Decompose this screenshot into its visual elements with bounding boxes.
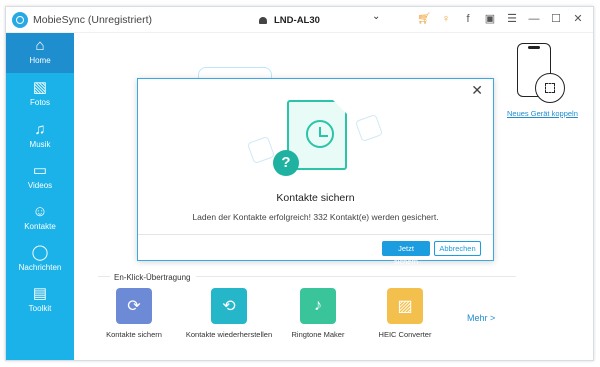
sidebar-item-label: Home: [29, 56, 51, 65]
device-name: LND-AL30: [274, 14, 320, 26]
dialog-message: Laden der Kontakte erfolgreich! 332 Kont…: [192, 212, 439, 222]
video-icon: ▭: [32, 162, 48, 179]
contact-card-icon: [354, 113, 384, 143]
divider: [98, 276, 110, 277]
photo-icon: ▧: [32, 79, 48, 96]
tool-ringtone-maker[interactable]: ♪ Ringtone Maker: [273, 288, 363, 339]
sidebar-item-kontakte[interactable]: ☺ Kontakte: [6, 199, 74, 239]
sidebar-item-nachrichten[interactable]: ◯ Nachrichten: [6, 240, 74, 280]
sidebar-item-videos[interactable]: ▭ Videos: [6, 158, 74, 198]
home-icon: ⌂: [35, 37, 45, 54]
divider: [138, 234, 493, 235]
sidebar-item-fotos[interactable]: ▧ Fotos: [6, 75, 74, 115]
sidebar-item-home[interactable]: ⌂ Home: [6, 33, 74, 73]
question-icon: ?: [273, 150, 299, 176]
more-link[interactable]: Mehr >: [467, 313, 495, 323]
tool-heic-converter[interactable]: ▨ HEIC Converter: [360, 288, 450, 339]
menu-icon[interactable]: ☰: [505, 12, 519, 27]
tool-label: Kontakte wiederherstellen: [185, 330, 273, 339]
maximize-icon[interactable]: ☐: [549, 12, 563, 27]
sidebar-item-label: Fotos: [29, 98, 50, 107]
music-icon: ♫: [34, 121, 46, 138]
contacts-icon: ☺: [32, 203, 48, 220]
tool-restore-contacts[interactable]: ⟲ Kontakte wiederherstellen: [184, 288, 274, 339]
app-title: MobieSync (Unregistriert): [33, 14, 153, 26]
quick-transfer-title: En-Klick-Übertragung: [114, 273, 191, 282]
backup-now-button[interactable]: Jetzt sichern: [382, 241, 430, 266]
backup-contacts-icon: ⟳: [116, 288, 152, 324]
title-bar: MobieSync (Unregistriert) LND-AL30 ⌄ 🛒︎ …: [6, 7, 593, 33]
key-icon[interactable]: ♀︎: [439, 12, 453, 27]
restore-contacts-icon: ⟲: [211, 288, 247, 324]
sidebar: ⌂ Home ▧ Fotos ♫ Musik ▭ Videos ☺ Kontak…: [6, 33, 74, 360]
cancel-button[interactable]: Abbrechen: [434, 241, 481, 256]
connect-new-device-link[interactable]: Neues Gerät koppeln: [507, 109, 578, 118]
sidebar-item-label: Musik: [29, 140, 51, 149]
chevron-down-icon[interactable]: ⌄: [372, 11, 380, 22]
messages-icon: ◯: [31, 244, 49, 261]
android-icon: [258, 15, 268, 25]
tool-label: HEIC Converter: [378, 330, 432, 339]
titlebar-actions: 🛒︎ ♀︎ f ▣ ☰ — ☐ ✕: [417, 12, 585, 27]
tool-label: Kontakte sichern: [106, 330, 162, 339]
facebook-icon[interactable]: f: [461, 12, 475, 27]
toolkit-icon: ▤: [32, 285, 48, 302]
minimize-icon[interactable]: —: [527, 12, 541, 27]
ringtone-icon: ♪: [300, 288, 336, 324]
tool-label: Ringtone Maker: [291, 330, 345, 339]
clock-icon: [306, 120, 334, 148]
sidebar-item-musik[interactable]: ♫ Musik: [6, 117, 74, 157]
divider: [196, 276, 516, 277]
close-icon[interactable]: ✕: [471, 83, 483, 97]
connect-device-icon[interactable]: [535, 73, 565, 103]
sidebar-item-toolkit[interactable]: ▤ Toolkit: [6, 281, 74, 321]
app-logo-icon: [12, 12, 28, 28]
device-selector[interactable]: LND-AL30: [258, 13, 320, 27]
backup-dialog: ✕ ? Kontakte sichern Laden der Kontakte …: [137, 78, 494, 266]
dialog-title: Kontakte sichern: [276, 192, 355, 204]
sidebar-item-label: Videos: [27, 181, 53, 190]
cart-icon[interactable]: 🛒︎: [417, 12, 431, 27]
app-window: MobieSync (Unregistriert) LND-AL30 ⌄ 🛒︎ …: [5, 6, 594, 361]
heic-icon: ▨: [387, 288, 423, 324]
sidebar-item-label: Kontakte: [24, 222, 56, 231]
close-icon[interactable]: ✕: [571, 12, 585, 27]
contact-card-icon: [246, 135, 276, 165]
chat-icon[interactable]: ▣: [483, 12, 497, 27]
sidebar-item-label: Nachrichten: [18, 263, 62, 272]
tool-backup-contacts[interactable]: ⟳ Kontakte sichern: [89, 288, 179, 339]
sidebar-item-label: Toolkit: [28, 304, 52, 313]
